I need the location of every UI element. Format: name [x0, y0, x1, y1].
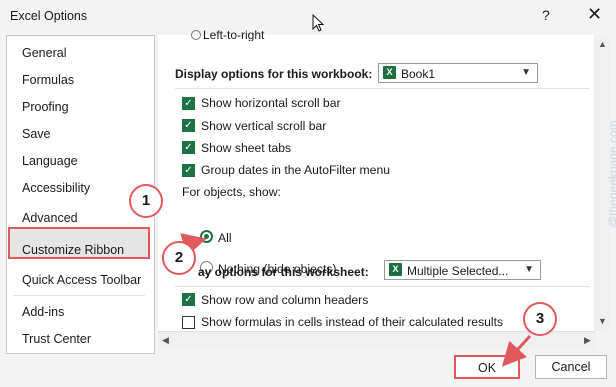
cancel-button[interactable]: Cancel	[535, 355, 607, 379]
checkbox-horizontal-scroll[interactable]: ✓	[182, 97, 195, 110]
label-sheet-tabs: Show sheet tabs	[201, 141, 292, 155]
workbook-select-value: Book1	[401, 67, 436, 81]
close-button[interactable]: ✕	[587, 4, 602, 25]
sidebar-item-language[interactable]: Language	[22, 154, 78, 168]
sidebar-item-formulas[interactable]: Formulas	[22, 73, 74, 87]
sidebar-item-add-ins[interactable]: Add-ins	[22, 305, 64, 319]
options-content: Left-to-right Display options for this w…	[158, 28, 595, 331]
label-group-dates: Group dates in the AutoFilter menu	[201, 163, 391, 177]
partial-top-option: Left-to-right	[203, 28, 293, 41]
workbook-section-label: Display options for this workbook:	[175, 67, 373, 81]
workbook-select[interactable]: X Book1 ▼	[378, 63, 538, 83]
sidebar-item-customize-ribbon[interactable]: Customize Ribbon	[22, 243, 124, 257]
sidebar-item-proofing[interactable]: Proofing	[22, 100, 69, 114]
ok-button[interactable]: OK	[454, 355, 520, 379]
checkbox-sheet-tabs[interactable]: ✓	[182, 141, 195, 154]
workbook-section-divider	[175, 88, 590, 89]
sidebar-item-quick-access-toolbar[interactable]: Quick Access Toolbar	[22, 273, 141, 287]
checkbox-row-column-headers[interactable]: ✓	[182, 293, 195, 306]
horizontal-scrollbar[interactable]: ◀ ▶	[158, 331, 595, 349]
label-radio-all: All	[218, 231, 232, 245]
title-bar	[0, 0, 616, 34]
mouse-cursor-icon	[312, 14, 324, 32]
partial-top-option-label: Left-to-right	[203, 28, 265, 41]
sidebar-item-accessibility[interactable]: Accessibility	[22, 181, 90, 195]
help-button[interactable]: ?	[542, 7, 550, 23]
worksheet-select-value: Multiple Selected...	[407, 264, 509, 278]
label-show-formulas: Show formulas in cells instead of their …	[201, 315, 504, 329]
sidebar-item-save[interactable]: Save	[22, 127, 51, 141]
watermark-text: @thegeekpage.com	[606, 120, 616, 228]
callout-1: 1	[129, 184, 163, 218]
checkbox-vertical-scroll[interactable]: ✓	[182, 119, 195, 132]
chevron-down-icon: ▼	[521, 67, 531, 78]
callout-3: 3	[523, 302, 557, 336]
sidebar-item-advanced[interactable]: Advanced	[22, 211, 78, 225]
objects-label: For objects, show:	[182, 185, 281, 199]
window-title: Excel Options	[10, 9, 88, 23]
sidebar-item-general[interactable]: General	[22, 46, 66, 60]
excel-file-icon: X	[383, 66, 396, 79]
worksheet-section-divider	[175, 286, 590, 287]
radio-all[interactable]	[200, 230, 213, 243]
partial-radio[interactable]	[191, 30, 201, 40]
label-horizontal-scroll: Show horizontal scroll bar	[201, 96, 341, 110]
scroll-down-icon[interactable]: ▼	[598, 316, 607, 326]
sidebar-divider	[13, 295, 145, 296]
label-row-column-headers: Show row and column headers	[201, 293, 369, 307]
worksheet-section-label: ay options for this worksheet:	[198, 265, 369, 279]
checkbox-show-formulas[interactable]	[182, 316, 195, 329]
excel-sheet-icon: X	[389, 263, 402, 276]
scroll-left-icon[interactable]: ◀	[162, 335, 169, 346]
scroll-up-icon[interactable]: ▲	[598, 39, 607, 49]
checkbox-group-dates[interactable]: ✓	[182, 164, 195, 177]
callout-2: 2	[162, 241, 196, 275]
watermark: @thegeekpage.com	[592, 78, 616, 228]
chevron-down-icon: ▼	[524, 264, 534, 275]
worksheet-select[interactable]: X Multiple Selected... ▼	[384, 260, 541, 280]
sidebar-item-trust-center[interactable]: Trust Center	[22, 332, 91, 346]
scroll-right-icon[interactable]: ▶	[584, 335, 591, 346]
label-vertical-scroll: Show vertical scroll bar	[201, 119, 327, 133]
